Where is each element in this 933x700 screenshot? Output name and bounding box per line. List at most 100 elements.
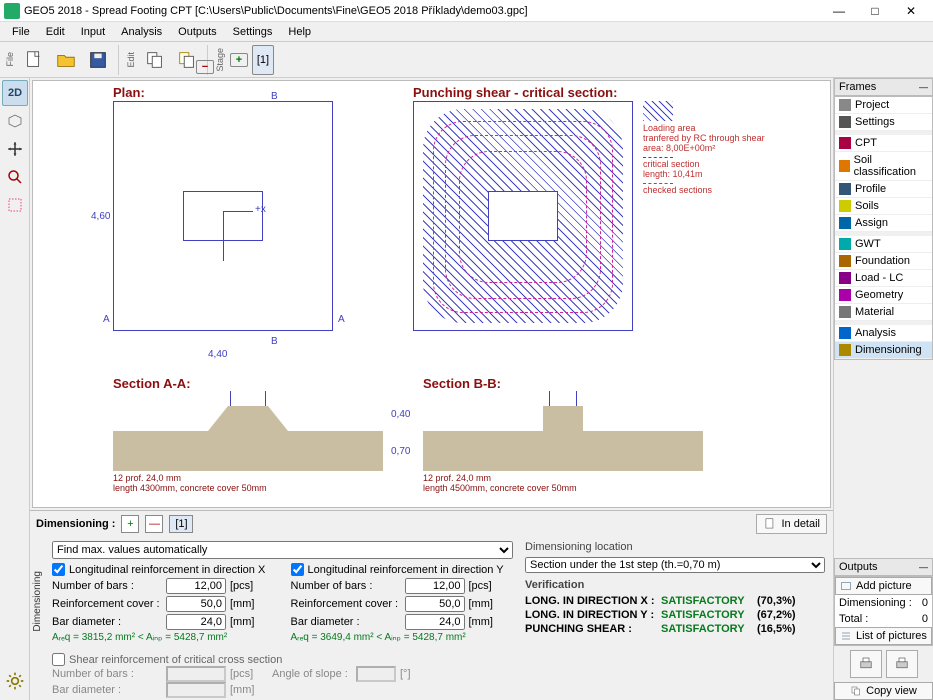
ver3-name: PUNCHING SHEAR : [525,623,655,635]
frame-item-settings[interactable]: Settings [835,114,932,131]
panel-remove-button[interactable]: — [145,515,163,533]
fit-button[interactable] [2,192,28,218]
menu-help[interactable]: Help [280,24,319,40]
print-button-1[interactable] [850,650,882,678]
nbars-x-input[interactable] [166,578,226,594]
reinf-x-checkbox[interactable]: Longitudinal reinforcement in direction … [52,563,275,576]
add-picture-button[interactable]: Add picture [835,577,932,595]
cover-y-input[interactable] [405,596,465,612]
panel-stage-1[interactable]: [1] [169,515,193,533]
save-file-button[interactable] [84,45,112,75]
frame-item-project[interactable]: Project [835,97,932,114]
menu-settings[interactable]: Settings [225,24,281,40]
cover-x-input[interactable] [166,596,226,612]
areq-x: Aᵣₑq = 3815,2 mm² < Aᵢₙₚ = 5428,7 mm² [52,632,275,643]
panel-side-label: Dimensioning [32,571,43,632]
frame-item-material[interactable]: Material [835,304,932,321]
frames-collapse-icon[interactable]: — [919,82,928,92]
sec-a-h1: 0,40 [391,409,410,420]
menu-outputs[interactable]: Outputs [170,24,225,40]
sec-a-right: A [338,314,345,325]
bdia-x-unit: [mm] [230,616,260,628]
sec-a-step [208,406,288,431]
pan-button[interactable] [2,136,28,162]
sec-b-step [543,406,583,431]
frame-label: Assign [855,217,888,229]
list-icon [840,630,852,642]
frame-icon [839,200,851,212]
frame-label: GWT [855,238,881,250]
frame-icon [839,160,850,172]
copy-view-button[interactable]: Copy view [834,682,933,700]
printer-icon [857,655,875,673]
zoom-button[interactable] [2,164,28,190]
right-sidebar: Frames— ProjectSettingsCPTSoil classific… [833,78,933,700]
bdia-y-input[interactable] [405,614,465,630]
loc-select[interactable]: Section under the 1st step (th.=0,70 m) [525,557,825,573]
frame-item-gwt[interactable]: GWT [835,236,932,253]
frame-item-foundation[interactable]: Foundation [835,253,932,270]
frame-item-assign[interactable]: Assign [835,215,932,232]
nbars-y-input[interactable] [405,578,465,594]
new-file-button[interactable] [20,45,48,75]
cover-y-unit: [mm] [469,598,499,610]
frame-item-geometry[interactable]: Geometry [835,287,932,304]
legend-crit-line [643,157,673,158]
frame-label: Soils [855,200,879,212]
stage-remove-button[interactable]: − [196,60,214,74]
stage-1-button[interactable]: [1] [252,45,274,75]
menu-input[interactable]: Input [73,24,113,40]
plan-h-dim: 4,60 [91,211,110,222]
panel-add-button[interactable]: + [121,515,139,533]
frame-label: Load - LC [855,272,903,284]
maximize-button[interactable]: □ [857,0,893,22]
settings-gear-button[interactable] [2,668,28,694]
stage-add-button[interactable]: + [230,53,248,67]
ver2-name: LONG. IN DIRECTION Y : [525,609,655,621]
sh-bdia-label: Bar diameter : [52,684,162,696]
sec-a-left: A [103,314,110,325]
outputs-collapse-icon[interactable]: — [919,562,928,572]
view-2d-button[interactable]: 2D [2,80,28,106]
bdia-x-input[interactable] [166,614,226,630]
list-pictures-button[interactable]: List of pictures [835,627,932,645]
copy-button[interactable] [141,45,169,75]
panel-title: Dimensioning : [36,518,115,530]
list-pictures-label: List of pictures [856,630,927,642]
sh-angle-label: Angle of slope : [272,668,352,680]
minimize-button[interactable]: — [821,0,857,22]
frame-item-soil-classification[interactable]: Soil classification [835,152,932,181]
reinf-y-checkbox[interactable]: Longitudinal reinforcement in direction … [291,563,514,576]
loc-group-label: Dimensioning location [525,541,825,553]
nbars-x-label: Number of bars : [52,580,162,592]
frame-label: Dimensioning [855,344,922,356]
frame-icon [839,99,851,111]
close-button[interactable]: ✕ [893,0,929,22]
sec-a-note1: 12 prof. 24,0 mm [113,473,181,483]
shear-group: Shear reinforcement of critical cross se… [52,653,513,698]
frame-item-profile[interactable]: Profile [835,181,932,198]
frame-item-soils[interactable]: Soils [835,198,932,215]
in-detail-button[interactable]: In detail [756,514,827,534]
frame-item-load-lc[interactable]: Load - LC [835,270,932,287]
reinf-x-group: Longitudinal reinforcement in direction … [52,563,275,643]
sec-a-h2: 0,70 [391,446,410,457]
legend-4: critical section [643,159,700,169]
legend-6: checked sections [643,185,712,195]
find-values-select[interactable]: Find max. values automatically [52,541,513,559]
frame-item-dimensioning[interactable]: Dimensioning [835,342,932,359]
plan-x-axis [223,211,253,212]
shear-checkbox[interactable]: Shear reinforcement of critical cross se… [52,653,513,666]
nbars-y-label: Number of bars : [291,580,401,592]
print-button-2[interactable] [886,650,918,678]
menu-analysis[interactable]: Analysis [113,24,170,40]
app-icon [4,3,20,19]
open-file-button[interactable] [52,45,80,75]
frame-item-analysis[interactable]: Analysis [835,325,932,342]
menu-edit[interactable]: Edit [38,24,73,40]
toolbar-group-edit: Edit [125,52,137,68]
menu-file[interactable]: File [4,24,38,40]
drawing-viewport[interactable]: Plan: +x 4,60 4,40 A A B B Punching shea… [32,80,831,508]
frame-item-cpt[interactable]: CPT [835,135,932,152]
view-3d-button[interactable] [2,108,28,134]
